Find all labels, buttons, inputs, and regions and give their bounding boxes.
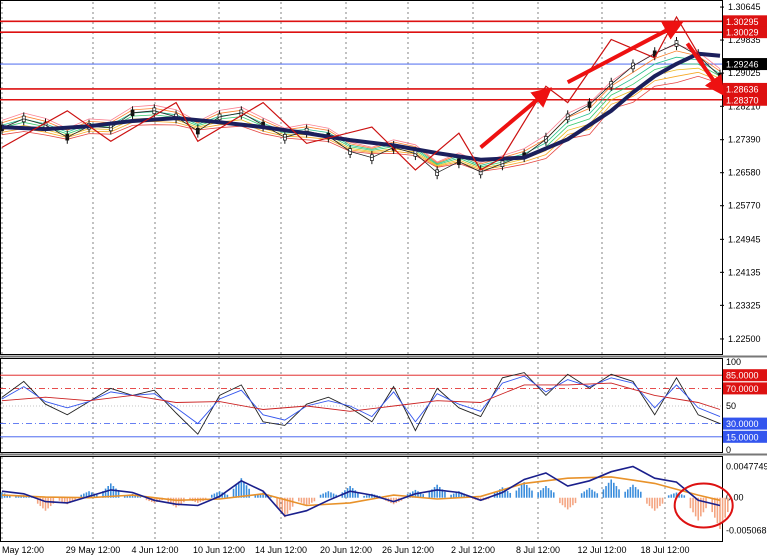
x-tick-label: 2 Jul 12:00 bbox=[451, 545, 495, 555]
candle-body bbox=[718, 72, 722, 80]
oscillator-tick-label: 50 bbox=[726, 401, 736, 411]
oscillator-level-tag: 30.0000 bbox=[726, 419, 759, 429]
oscillator-panel-frame bbox=[0, 358, 723, 453]
level-tag: 1.30029 bbox=[726, 28, 759, 38]
x-axis: May 12:00 29 May 12:00 4 Jun 12:00 10 Jun 1… bbox=[2, 545, 690, 555]
macd-tick-label: -0.0050685 bbox=[726, 526, 767, 536]
x-tick-label: 10 Jun 12:00 bbox=[193, 545, 245, 555]
price-tick-label: 1.22500 bbox=[728, 334, 761, 344]
oscillator-level-tag: 15.0000 bbox=[726, 432, 759, 442]
x-tick-label: 14 Jun 12:00 bbox=[255, 545, 307, 555]
chart: 1.306451.298351.290251.282101.273901.265… bbox=[0, 0, 767, 555]
level-tag: 1.28636 bbox=[726, 84, 759, 94]
price-tick-label: 1.25770 bbox=[728, 201, 761, 211]
panel-frames bbox=[0, 0, 767, 542]
level-tag: 1.30295 bbox=[726, 17, 759, 27]
level-tag: 1.28370 bbox=[726, 95, 759, 105]
x-tick-label: 20 Jun 12:00 bbox=[320, 545, 372, 555]
x-tick-label: 8 Jul 12:00 bbox=[516, 545, 560, 555]
x-tick-label: 4 Jun 12:00 bbox=[131, 545, 178, 555]
x-tick-label: 29 May 12:00 bbox=[66, 545, 121, 555]
x-tick-label: 18 Jul 12:00 bbox=[640, 545, 689, 555]
price-tick-label: 1.23325 bbox=[728, 300, 761, 310]
price-tick-label: 1.24945 bbox=[728, 234, 761, 244]
x-tick-label: May 12:00 bbox=[2, 545, 44, 555]
oscillator-level-tag: 70.0000 bbox=[726, 384, 759, 394]
price-panel-frame bbox=[0, 0, 723, 355]
price-tick-label: 1.27390 bbox=[728, 135, 761, 145]
current-price-tag: 1.29246 bbox=[726, 60, 759, 70]
macd-panel-frame bbox=[0, 456, 723, 542]
x-tick-label: 12 Jul 12:00 bbox=[577, 545, 626, 555]
macd-tick-label: 0.0047749 bbox=[726, 462, 767, 472]
oscillator-tick-label: 100 bbox=[726, 357, 741, 367]
oscillator-tick-label: 0 bbox=[726, 445, 731, 455]
x-tick-label: 26 Jun 12:00 bbox=[382, 545, 434, 555]
price-tick-label: 1.30645 bbox=[728, 2, 761, 12]
price-tick-label: 1.24135 bbox=[728, 267, 761, 277]
oscillator-level-tag: 85.0000 bbox=[726, 371, 759, 381]
price-tick-label: 1.26580 bbox=[728, 168, 761, 178]
